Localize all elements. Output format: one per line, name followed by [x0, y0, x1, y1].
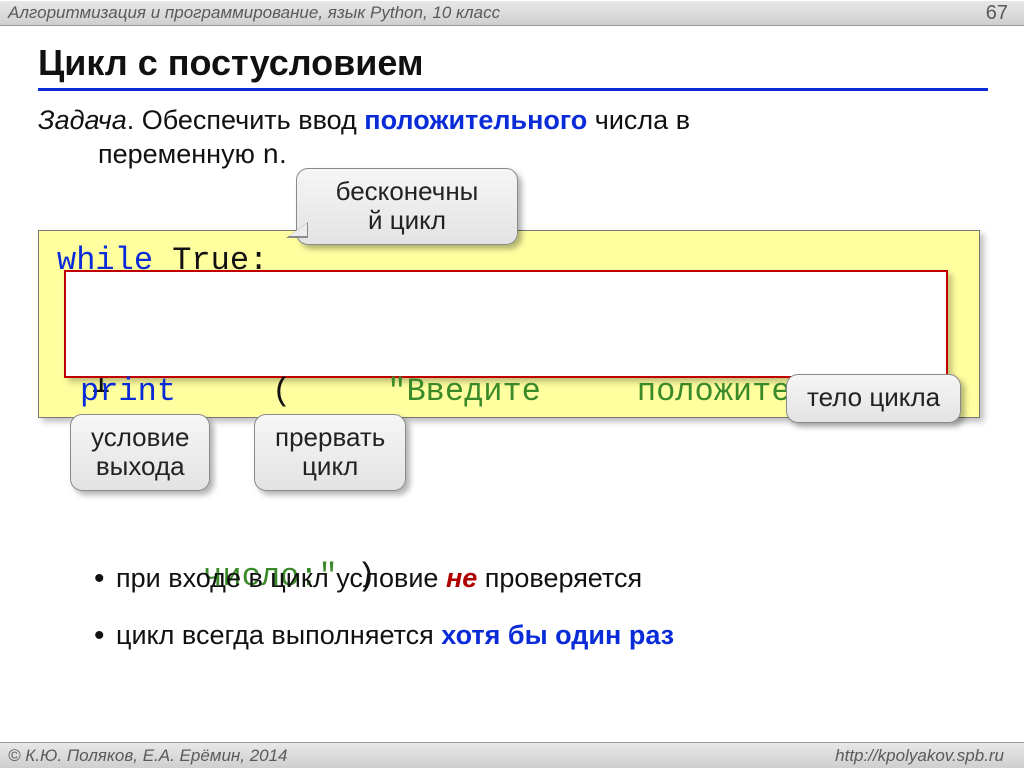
callout-break-row1: прервать	[275, 423, 385, 452]
b2-pre: цикл всегда выполняется	[116, 620, 441, 650]
callout-exit-row1: условие	[91, 423, 189, 452]
spacer1	[176, 369, 272, 415]
page-title: Цикл с постусловием	[38, 42, 988, 84]
bullet-1: при входе в цикл условие не проверяется	[92, 557, 1002, 600]
b2-bold: хотя бы один раз	[441, 620, 674, 650]
paren-open: (	[272, 369, 291, 415]
callout-body-text: тело цикла	[807, 383, 940, 412]
b1-post: проверяется	[477, 563, 642, 593]
top-bar: Алгоритмизация и программирование, язык …	[0, 0, 1024, 26]
spacer3	[541, 369, 637, 415]
str-part1: "Введите	[387, 369, 541, 415]
callout-top-row1: бесконечны	[317, 177, 497, 206]
task-emphasis: положительного	[364, 105, 587, 135]
callout-break-row2: цикл	[275, 452, 385, 481]
footer-url: http://kpolyakov.spb.ru	[835, 746, 1024, 766]
task-var: n	[262, 141, 279, 172]
bullet-list: при входе в цикл условие не проверяется …	[52, 557, 1002, 671]
callout-loop-body: тело цикла	[786, 374, 961, 423]
code-overlay-box: print ( "Введите положительное число:" )…	[64, 270, 948, 378]
bullet-2: цикл всегда выполняется хотя бы один раз	[92, 614, 1002, 657]
callout-top-row2: й цикл	[317, 206, 497, 235]
slide: Алгоритмизация и программирование, язык …	[0, 0, 1024, 768]
footer-copyright: © К.Ю. Поляков, Е.А. Ерёмин, 2014	[0, 746, 288, 766]
spacer2	[291, 369, 387, 415]
task-line2-post: .	[279, 139, 287, 169]
callout-exit-condition: условие выхода	[70, 414, 210, 491]
title-area: Цикл с постусловием	[38, 42, 988, 91]
task-label: Задача	[38, 105, 127, 135]
task-paragraph: Задача. Обеспечить ввод положительного ч…	[38, 104, 958, 174]
page-number: 67	[986, 2, 1024, 25]
callout-exit-row2: выхода	[91, 452, 189, 481]
title-underline	[38, 88, 988, 91]
task-text-2: числа в	[587, 105, 690, 135]
b1-pre: при входе в цикл условие	[116, 563, 446, 593]
task-line2-pre: переменную	[98, 139, 262, 169]
callout-infinite-loop: бесконечны й цикл	[296, 168, 518, 245]
breadcrumb: Алгоритмизация и программирование, язык …	[0, 3, 500, 23]
b1-em: не	[446, 563, 477, 593]
callout-break-loop: прервать цикл	[254, 414, 406, 491]
bottom-bar: © К.Ю. Поляков, Е.А. Ерёмин, 2014 http:/…	[0, 742, 1024, 768]
callout-top-tail	[289, 223, 307, 236]
kw-print: print	[80, 369, 176, 415]
task-text-1: . Обеспечить ввод	[127, 105, 365, 135]
